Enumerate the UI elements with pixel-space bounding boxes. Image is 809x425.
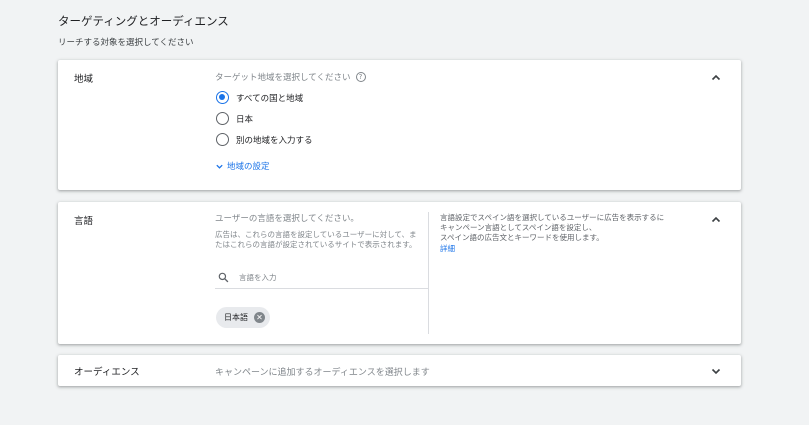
region-label: 地域 xyxy=(74,74,94,85)
region-option-custom[interactable]: 別の地域を入力する xyxy=(216,133,313,146)
language-search[interactable] xyxy=(215,267,428,289)
chevron-down-icon xyxy=(711,368,721,375)
region-option-all[interactable]: すべての国と地域 xyxy=(216,91,303,104)
radio-checked-icon[interactable] xyxy=(216,91,229,104)
region-option-label: 別の地域を入力する xyxy=(236,135,313,146)
help-icon[interactable]: ? xyxy=(355,72,366,82)
audience-card[interactable]: オーディエンス キャンペーンに追加するオーディエンスを選択します xyxy=(58,355,741,386)
region-option-label: 日本 xyxy=(236,114,254,125)
audience-prompt: キャンペーンに追加するオーディエンスを選択します xyxy=(215,368,430,378)
language-chip-label: 日本語 xyxy=(224,313,248,322)
chevron-down-icon xyxy=(216,164,223,169)
region-card: 地域 ターゲット地域を選択してください ? すべての国と地域 日本 別の地域を入… xyxy=(58,60,741,190)
language-description: 広告は、これらの言語を設定しているユーザーに対して、またはこれらの言語が設定され… xyxy=(215,230,417,249)
language-info-line: キャンペーン言語としてスペイン語を設定し、 xyxy=(440,223,597,232)
language-chip: 日本語 ✕ xyxy=(216,307,270,328)
chevron-up-icon xyxy=(711,74,721,81)
page-title: ターゲティングとオーディエンス xyxy=(58,14,229,28)
language-search-input[interactable] xyxy=(239,273,409,282)
language-prompt: ユーザーの言語を選択してください。 xyxy=(215,214,359,224)
language-info: 言語設定でスペイン語を選択しているユーザーに広告を表示するに キャンペーン言語と… xyxy=(440,213,710,254)
language-info-line: スペイン語の広告文とキーワードを使用します。 xyxy=(440,233,604,242)
language-card: 言語 ユーザーの言語を選択してください。 広告は、これらの言語を設定しているユー… xyxy=(58,202,741,344)
page-subtitle: リーチする対象を選択してください xyxy=(58,38,194,48)
close-circle-icon[interactable]: ✕ xyxy=(254,312,265,323)
audience-expand-button[interactable] xyxy=(709,364,723,378)
language-divider xyxy=(428,212,429,334)
language-info-line: 言語設定でスペイン語を選択しているユーザーに広告を表示するに xyxy=(440,213,665,222)
language-collapse-button[interactable] xyxy=(709,213,723,227)
search-icon xyxy=(218,272,229,283)
learn-more-link[interactable]: 詳細 xyxy=(440,244,710,254)
chevron-up-icon xyxy=(711,216,721,223)
radio-unchecked-icon[interactable] xyxy=(216,112,229,125)
region-prompt-text: ターゲット地域を選択してください xyxy=(215,73,351,83)
audience-label: オーディエンス xyxy=(74,367,140,378)
region-option-label: すべての国と地域 xyxy=(236,93,304,104)
region-collapse-button[interactable] xyxy=(709,71,723,85)
region-settings-link[interactable]: 地域の設定 xyxy=(215,160,270,172)
region-settings-label: 地域の設定 xyxy=(227,162,270,172)
region-option-japan[interactable]: 日本 xyxy=(216,112,253,125)
radio-unchecked-icon[interactable] xyxy=(216,133,229,146)
language-label: 言語 xyxy=(74,216,94,227)
region-prompt: ターゲット地域を選択してください ? xyxy=(215,71,366,83)
